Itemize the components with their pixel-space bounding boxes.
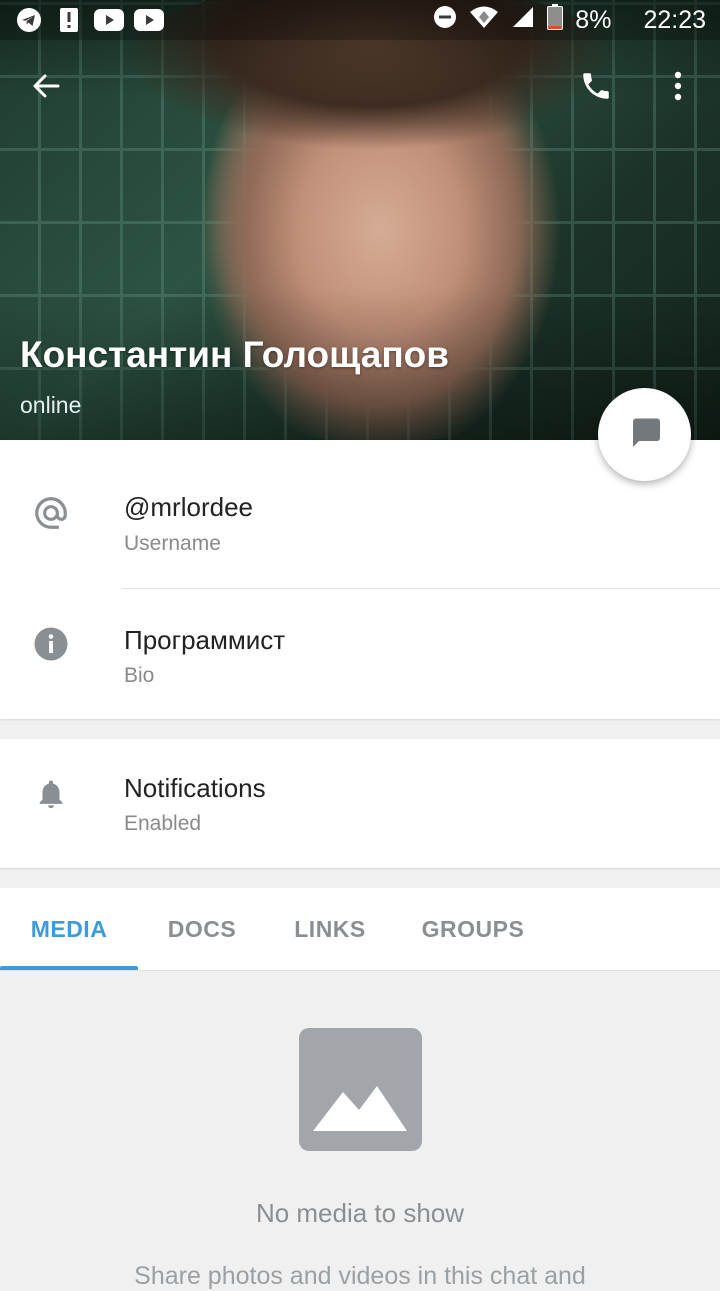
send-message-button[interactable] [598,388,691,481]
youtube-icon [94,6,124,34]
notifications-title: Notifications [124,773,266,803]
bio-label: Bio [124,664,155,687]
battery-percent: 8% [575,6,612,34]
message-icon [627,414,663,455]
profile-name: Константин Голощапов [20,334,450,375]
back-button[interactable] [16,58,76,118]
notification-icons [14,6,164,34]
notifications-row[interactable]: Notifications Enabled [0,739,720,868]
bio-row[interactable]: Программист Bio [0,589,720,719]
profile-status: online [20,392,82,418]
info-icon [30,623,72,665]
alert-icon [54,6,84,34]
telegram-icon [14,6,44,34]
image-placeholder-icon [299,1028,422,1151]
bio-value: Программист [124,625,286,655]
at-sign-icon [30,492,72,534]
username-value: @mrlordee [124,492,253,522]
back-arrow-icon [30,70,62,107]
tab-indicator [0,966,138,970]
signal-icon [511,5,535,36]
clock: 22:23 [643,6,706,34]
wifi-icon [469,5,499,36]
battery-icon [547,4,564,37]
notifications-state: Enabled [124,812,202,835]
more-options-button[interactable] [648,58,708,118]
tab-groups[interactable]: GROUPS [394,888,552,970]
username-label: Username [124,532,221,555]
notifications-section: Notifications Enabled [0,739,720,868]
call-button[interactable] [566,58,626,118]
tab-links[interactable]: LINKS [266,888,394,970]
youtube-icon [134,6,164,34]
phone-icon [579,69,613,108]
empty-state-subtitle: Share photos and videos in this chat and [134,1262,586,1290]
shared-media-tabs: MEDIA DOCS LINKS GROUPS [0,888,720,971]
bell-icon [30,773,72,815]
more-vert-icon [673,70,683,107]
empty-state-title: No media to show [255,1198,465,1228]
tab-media[interactable]: MEDIA [0,888,138,970]
status-bar: 8% 22:23 [0,0,720,40]
system-icons: 8% 22:23 [433,4,706,37]
profile-header: 8% 22:23 Константин Голощапов online [0,0,720,440]
info-section: @mrlordee Username Программист Bio [0,440,720,719]
tab-docs[interactable]: DOCS [138,888,266,970]
dnd-icon [433,5,457,36]
